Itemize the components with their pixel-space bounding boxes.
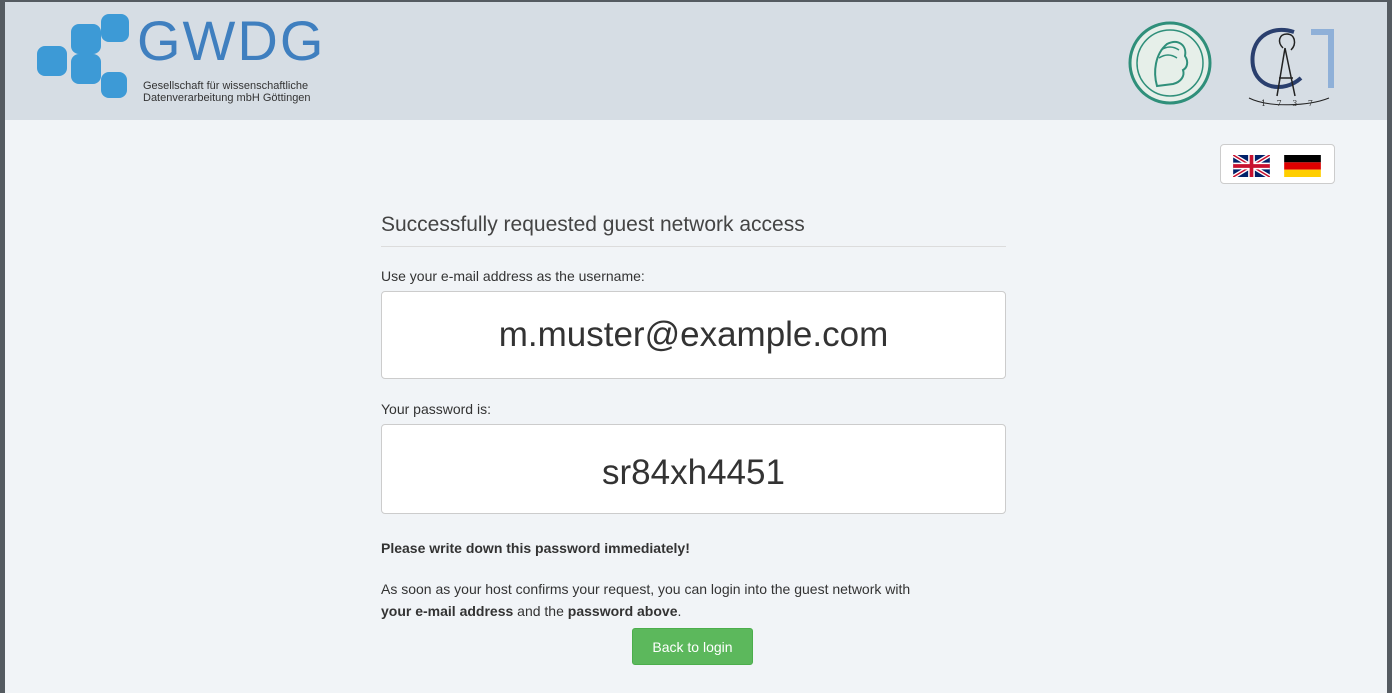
page-title: Successfully requested guest network acc… xyxy=(381,210,1006,247)
login-info: As soon as your host confirms your reque… xyxy=(381,578,1006,622)
info-text-2: and the xyxy=(513,603,568,619)
gwdg-logo-icon xyxy=(37,14,129,98)
german-flag-icon[interactable] xyxy=(1284,155,1321,177)
gwdg-logo[interactable]: GWDG Gesellschaft für wissenschaftliche … xyxy=(35,9,375,116)
info-email-emphasis: your e-mail address xyxy=(381,603,514,619)
username-label: Use your e-mail address as the username: xyxy=(381,268,645,284)
logo-subtitle: Gesellschaft für wissenschaftliche Daten… xyxy=(143,80,373,104)
password-warning: Please write down this password immediat… xyxy=(381,540,690,556)
logo-subtitle-line1: Gesellschaft für wissenschaftliche xyxy=(143,80,309,92)
info-password-emphasis: password above xyxy=(567,603,678,619)
password-label: Your password is: xyxy=(381,401,491,417)
header-bar: GWDG Gesellschaft für wissenschaftliche … xyxy=(5,2,1387,120)
username-display[interactable]: m.muster@example.com xyxy=(381,291,1006,379)
goettingen-university-seal-icon: 1 7 3 7 xyxy=(1248,28,1334,108)
max-planck-seal-icon xyxy=(1128,21,1212,105)
language-switch xyxy=(1220,144,1335,184)
password-display[interactable]: sr84xh4451 xyxy=(381,424,1006,514)
seal-year: 1 7 3 7 xyxy=(1261,99,1317,108)
info-text-3: . xyxy=(677,603,682,619)
back-to-login-button[interactable]: Back to login xyxy=(632,628,753,665)
logo-subtitle-line2: Datenverarbeitung mbH Göttingen xyxy=(143,92,311,104)
uk-flag-icon[interactable] xyxy=(1233,155,1270,177)
confirmation-panel: Successfully requested guest network acc… xyxy=(381,210,1006,622)
partner-seals: 1 7 3 7 xyxy=(1127,18,1357,110)
logo-wordmark: GWDG xyxy=(137,9,326,72)
info-text-1: As soon as your host confirms your reque… xyxy=(381,581,911,597)
